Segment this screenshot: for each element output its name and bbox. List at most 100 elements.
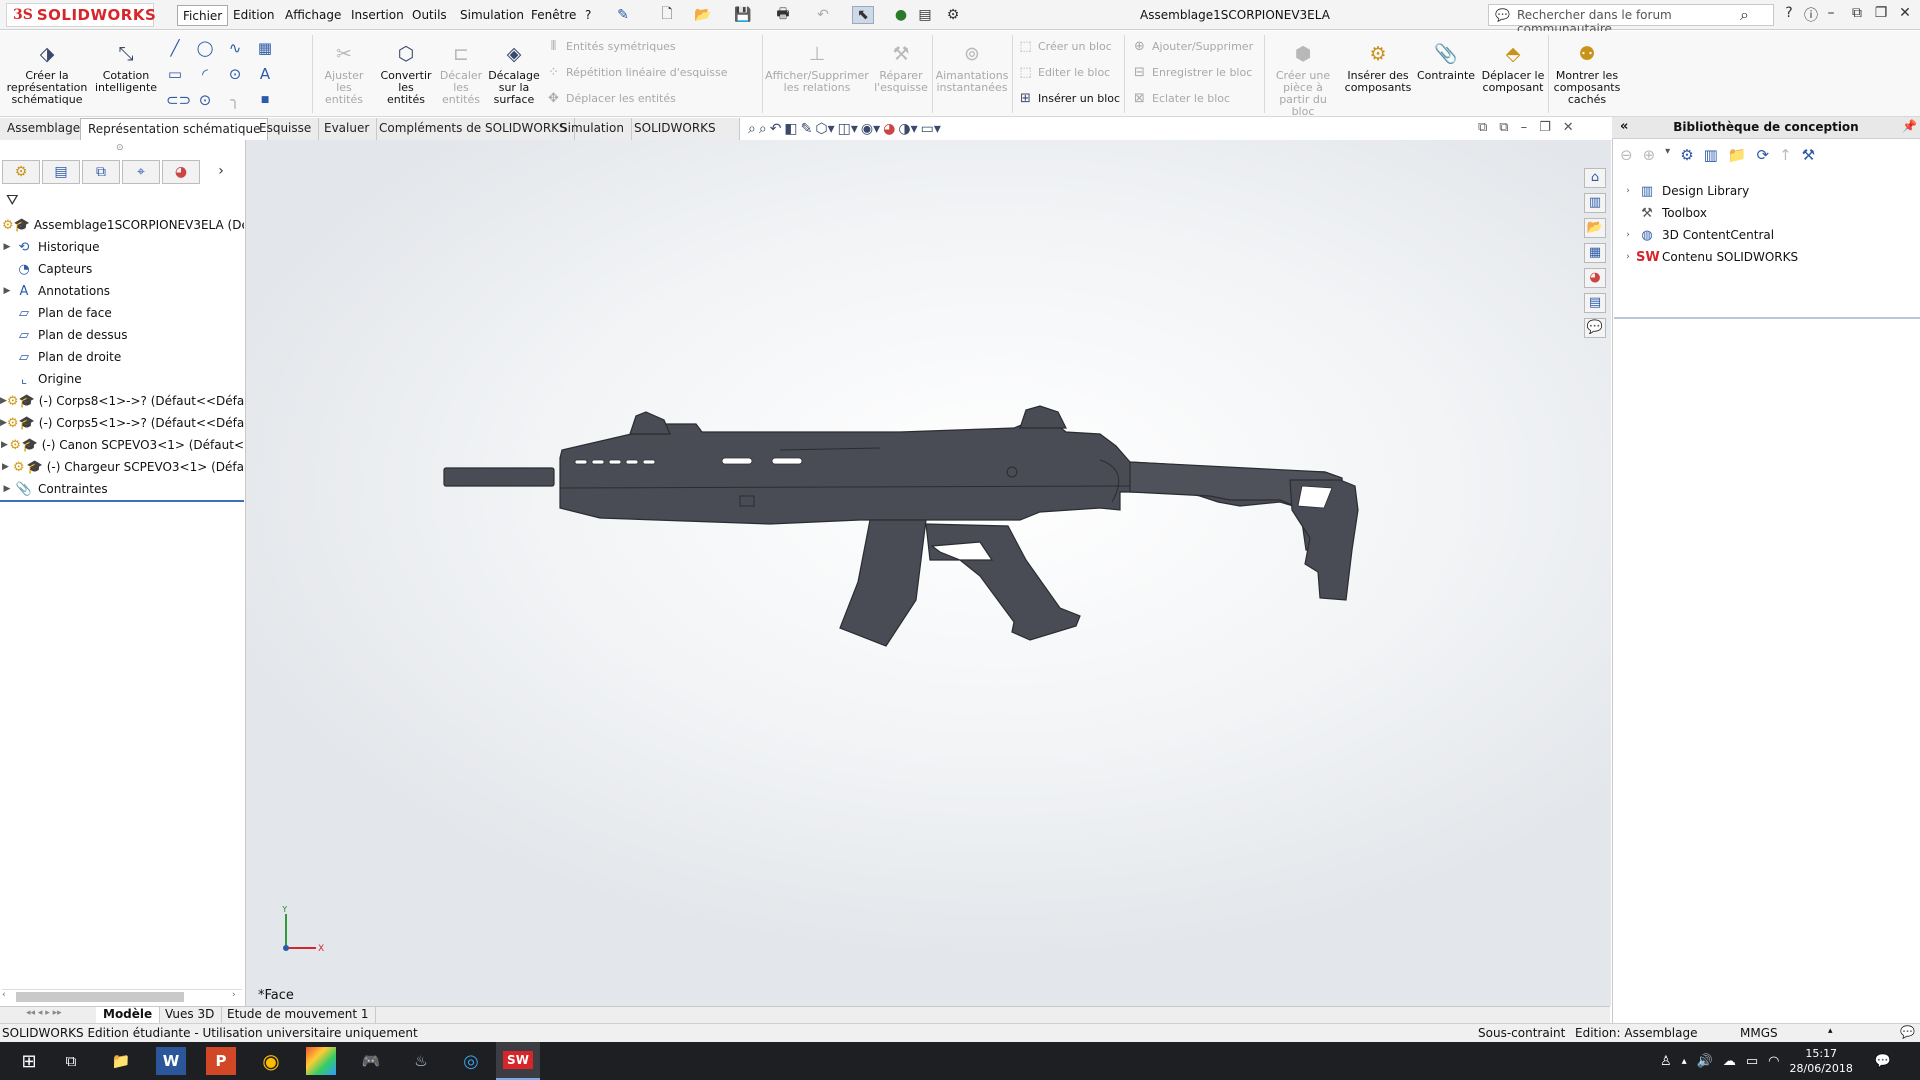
view-palette-icon[interactable]: ▦ bbox=[1584, 243, 1606, 263]
edit-block-button[interactable]: ⬚ Editer le bloc bbox=[1018, 63, 1120, 81]
quick-snaps-button[interactable]: ⊚ Aimantations instantanées bbox=[936, 31, 1009, 94]
status-units-text[interactable]: MMGS bbox=[1740, 1026, 1778, 1040]
tree-item[interactable]: ▱ Plan de dessus bbox=[0, 324, 244, 346]
create-folder-icon[interactable]: 📁 bbox=[1728, 146, 1747, 164]
scroll-thumb[interactable] bbox=[16, 992, 184, 1002]
appearance-icon[interactable]: ◕ bbox=[883, 121, 895, 139]
tree-item[interactable]: ▶ ⚙ 🎓 (-) Corps8<1>->? (Défaut<<Défa bbox=[0, 390, 244, 412]
menu-affichage[interactable]: Affichage bbox=[280, 5, 346, 26]
help-icon[interactable]: ? bbox=[1778, 5, 1800, 25]
clock[interactable]: 15:17 28/06/2018 bbox=[1790, 1046, 1853, 1076]
forward-icon[interactable]: ⊕ bbox=[1643, 146, 1656, 164]
expand-arrow-icon[interactable]: › bbox=[1620, 186, 1636, 196]
person-icon[interactable]: ♙ bbox=[1660, 1054, 1672, 1069]
show-hidden-components-button[interactable]: ⚉ Montrer les composants cachés bbox=[1552, 31, 1622, 106]
wifi-icon[interactable]: ◠ bbox=[1768, 1054, 1779, 1069]
design-library-item[interactable]: › ▥ Design Library bbox=[1620, 180, 1749, 202]
surface-offset-button[interactable]: ◈ Décalage sur la surface bbox=[488, 31, 540, 106]
solidworks-taskbar-button[interactable]: SW bbox=[496, 1042, 540, 1080]
expand-arrow-icon[interactable]: ▶ bbox=[0, 418, 7, 428]
powerpoint-icon[interactable]: P bbox=[206, 1047, 236, 1075]
design-library-item[interactable]: ⚒ Toolbox bbox=[1620, 202, 1707, 224]
fillet-icon[interactable]: ╮ bbox=[226, 91, 244, 109]
custom-properties-icon[interactable]: ▤ bbox=[1584, 293, 1606, 313]
mate-button[interactable]: 📎 Contrainte bbox=[1416, 31, 1476, 82]
tree-item[interactable]: ▱ Plan de face bbox=[0, 302, 244, 324]
filter-icon[interactable]: ⛛ bbox=[6, 191, 19, 209]
menu-edition[interactable]: Edition bbox=[228, 5, 280, 26]
previous-view-icon[interactable]: ↶ bbox=[770, 121, 782, 139]
line-icon[interactable]: ╱ bbox=[166, 39, 184, 57]
task-view-icon[interactable]: ⧉ bbox=[56, 1047, 86, 1075]
panel-grip-icon[interactable]: ⊙ bbox=[116, 143, 124, 153]
tree-item[interactable]: ▶ ⚙ 🎓 (-) Chargeur SCPEVO3<1> (Défa bbox=[0, 456, 244, 478]
close-icon[interactable]: ✕ bbox=[1894, 5, 1916, 25]
windows-start-icon[interactable]: ⊞ bbox=[14, 1047, 44, 1075]
expand-arrow-icon[interactable]: ▶ bbox=[0, 242, 14, 252]
tree-root[interactable]: ⚙ 🎓 Assemblage1SCORPIONEV3ELA (Déf bbox=[0, 214, 244, 236]
onedrive-icon[interactable]: ☁ bbox=[1723, 1054, 1736, 1069]
chrome-icon[interactable]: ◉ bbox=[256, 1047, 286, 1075]
spline-icon[interactable]: ∿ bbox=[226, 39, 244, 57]
file-explorer-icon[interactable]: 📂 bbox=[1584, 218, 1606, 238]
home-icon[interactable]: ⌂ bbox=[1584, 168, 1606, 188]
show-relations-button[interactable]: ⊥ Afficher/Supprimer les relations bbox=[765, 31, 869, 94]
tree-horizontal-scrollbar[interactable]: ‹ › bbox=[2, 989, 242, 1003]
hide-show-icon[interactable]: ◉▾ bbox=[861, 121, 880, 139]
feature-tree-tab-icon[interactable]: ⚙ bbox=[2, 160, 40, 184]
view-settings-icon[interactable]: ▭▾ bbox=[921, 121, 941, 139]
notifications-icon[interactable]: 💬 bbox=[1875, 1054, 1891, 1069]
print-icon[interactable]: 🖶 bbox=[772, 6, 794, 24]
rectangle-icon[interactable]: ▭ bbox=[166, 65, 184, 83]
expand-arrow-icon[interactable]: ▶ bbox=[0, 440, 9, 450]
viewport-close-icon[interactable]: ✕ bbox=[1563, 120, 1574, 135]
add-remove-button[interactable]: ⊕ Ajouter/Supprimer bbox=[1132, 37, 1253, 55]
property-manager-tab-icon[interactable]: ▤ bbox=[42, 160, 80, 184]
tab-evaluer[interactable]: Evaluer bbox=[317, 118, 378, 140]
select-icon[interactable]: ⬉ bbox=[852, 6, 874, 24]
explode-block-button[interactable]: ⊠ Eclater le bloc bbox=[1132, 89, 1253, 107]
create-part-from-block-button[interactable]: ⬢ Créer une pièce à partir du bloc bbox=[1268, 31, 1338, 118]
dimxpert-tab-icon[interactable]: ⌖ bbox=[122, 160, 160, 184]
menu-simulation[interactable]: Simulation bbox=[455, 5, 529, 26]
circle-icon[interactable]: ◯ bbox=[196, 39, 214, 57]
grid-icon[interactable]: ▦ bbox=[256, 39, 274, 57]
tree-item[interactable]: ▶ ⟲ Historique bbox=[0, 236, 244, 258]
scene-icon[interactable]: ◑▾ bbox=[898, 121, 917, 139]
info-icon[interactable]: ⓘ bbox=[1800, 5, 1822, 25]
display-manager-tab-icon[interactable]: ◕ bbox=[162, 160, 200, 184]
menu-help[interactable]: ? bbox=[580, 5, 596, 26]
move-entities-button[interactable]: ✥ Déplacer les entités bbox=[546, 89, 728, 107]
tab-scroll-icon[interactable]: ◂◂ ◂ ▸ ▸▸ bbox=[26, 1008, 62, 1018]
dropdown-icon[interactable]: ▾ bbox=[1665, 146, 1670, 164]
tab-simulation[interactable]: Simulation bbox=[553, 118, 632, 140]
tree-item[interactable]: ▶ ⚙ 🎓 (-) Corps5<1>->? (Défaut<<Défa bbox=[0, 412, 244, 434]
polygon-icon[interactable]: ⊙ bbox=[226, 65, 244, 83]
status-message-icon[interactable]: 💬 bbox=[1900, 1025, 1915, 1039]
panel-expand-chevron-icon[interactable]: › bbox=[202, 160, 240, 184]
tab-vues-3d[interactable]: Vues 3D bbox=[158, 1007, 223, 1023]
expand-arrow-icon[interactable]: ▶ bbox=[0, 462, 11, 472]
slot-icon[interactable]: ⊂⊃ bbox=[166, 91, 191, 109]
zoom-to-fit-icon[interactable]: ⌕ bbox=[748, 121, 756, 139]
color-app-icon[interactable] bbox=[306, 1047, 336, 1075]
tree-item[interactable]: ◔ Capteurs bbox=[0, 258, 244, 280]
display-style-icon[interactable]: ◫▾ bbox=[838, 121, 858, 139]
pin-panel-icon[interactable]: 📌 bbox=[1902, 119, 1917, 133]
expand-arrow-icon[interactable]: ▶ bbox=[0, 396, 7, 406]
tab-modele[interactable]: Modèle bbox=[96, 1007, 161, 1023]
expand-arrow-icon[interactable]: › bbox=[1620, 252, 1636, 262]
units-dropdown-icon[interactable]: ▴ bbox=[1828, 1026, 1833, 1036]
new-document-icon[interactable]: 🗋 bbox=[656, 6, 678, 24]
point-icon[interactable]: ⊙ bbox=[196, 91, 214, 109]
menu-insertion[interactable]: Insertion bbox=[346, 5, 409, 26]
zoom-area-icon[interactable]: ⌕ bbox=[759, 121, 767, 139]
create-block-button[interactable]: ⬚ Créer un bloc bbox=[1018, 37, 1120, 55]
design-library-icon[interactable]: ▥ bbox=[1584, 193, 1606, 213]
options-gear-icon[interactable]: ⚙ bbox=[942, 6, 964, 24]
tab-motion-study[interactable]: Etude de mouvement 1 bbox=[220, 1007, 377, 1023]
minimize-icon[interactable]: – bbox=[1820, 5, 1842, 25]
show-hidden-icons-chevron[interactable]: ▴ bbox=[1682, 1056, 1687, 1067]
text-icon[interactable]: A bbox=[256, 65, 274, 83]
steam-icon[interactable]: ♨ bbox=[406, 1047, 436, 1075]
